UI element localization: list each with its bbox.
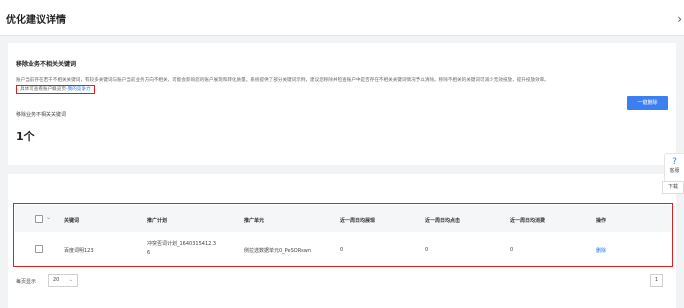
cell-impressions: 0	[340, 247, 344, 253]
column-header-plan: 推广计划	[147, 218, 168, 224]
help-icon: ?	[672, 157, 677, 167]
delete-row-link[interactable]: 删除	[596, 247, 606, 254]
row-checkbox[interactable]	[35, 245, 43, 253]
metric-label: 移除业务不相关关键词	[16, 112, 67, 118]
per-page-label: 每页显示	[16, 279, 37, 285]
column-header-unit: 推广单元	[244, 218, 265, 224]
header-bar: 优化建议详情 ›	[0, 0, 684, 36]
column-header-keyword: 关键词	[64, 218, 80, 224]
suggestion-card	[8, 43, 676, 165]
column-header-clicks: 近一周日均点击	[425, 218, 461, 224]
highlighted-hint: 具体可查看账户概览页-我的竞争力	[16, 85, 95, 94]
column-header-action: 操作	[596, 218, 607, 224]
delete-all-button[interactable]: 一键删除	[627, 96, 668, 110]
column-header-impressions: 近一周日均展现	[340, 218, 376, 224]
cell-plan: 冲突否词计划_1640315412.3 6	[147, 240, 216, 258]
column-header-cost: 近一周日均消费	[510, 218, 546, 224]
page-size-select[interactable]: 20 ⌄	[48, 274, 78, 287]
close-chevron-icon[interactable]: ›	[677, 12, 682, 26]
chevron-down-icon[interactable]: ⌄	[46, 214, 51, 221]
cell-plan-line2: 6	[147, 250, 151, 256]
section-title: 移除业务不相关关键词	[16, 61, 77, 68]
hint-prefix: 具体可查看账户概览页-	[20, 87, 68, 92]
suggestion-description: 账户当前存在若干不相关关键词，有较多关键词与账户当前业务方向不相关，可能会影响您…	[16, 77, 606, 94]
select-all-checkbox[interactable]	[35, 215, 43, 223]
cell-cost: 0	[510, 247, 514, 253]
help-label: 客服	[669, 168, 680, 174]
description-text: 账户当前存在若干不相关关键词，有较多关键词与账户当前业务方向不相关，可能会影响您…	[16, 78, 549, 83]
cell-keyword: 百度词明123	[64, 248, 94, 254]
page-title: 优化建议详情	[6, 15, 66, 26]
cell-plan-line1: 冲突否词计划_1640315412.3	[147, 241, 217, 247]
chevron-down-icon: ⌄	[68, 277, 73, 283]
cell-clicks: 0	[425, 247, 429, 253]
page-number-button[interactable]: 1	[650, 274, 663, 287]
cell-unit: 侧拉选数据单元0_PeSORswn	[244, 248, 312, 254]
competitiveness-link[interactable]: 我的竞争力	[68, 87, 91, 92]
download-button[interactable]: 下载	[662, 181, 684, 194]
metric-value: 1个	[16, 130, 35, 143]
page-size-value: 20	[53, 277, 60, 283]
